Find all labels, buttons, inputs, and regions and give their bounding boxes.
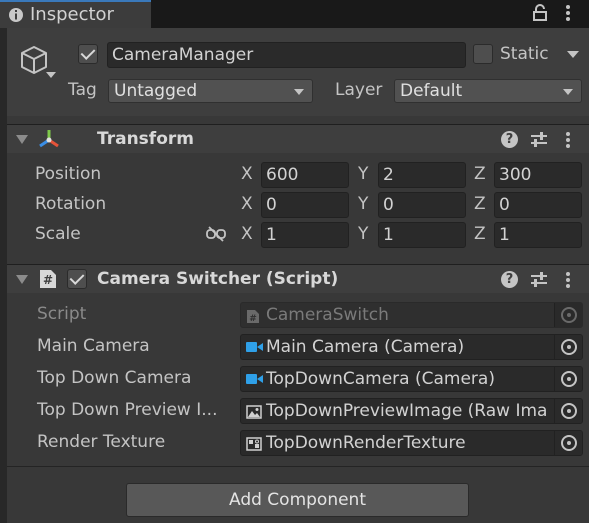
scale-label: Scale — [35, 224, 81, 244]
main-camera-value: Main Camera (Camera) — [266, 337, 465, 357]
active-checkbox[interactable] — [78, 44, 98, 64]
scale-z-field[interactable]: 1 — [494, 222, 582, 248]
more-vertical-icon[interactable] — [565, 270, 571, 290]
script-object-field: # CameraSwitch — [240, 302, 583, 328]
static-dropdown-icon[interactable] — [567, 51, 579, 59]
axis-y-label[interactable]: Y — [358, 224, 368, 244]
raw-image-icon — [246, 405, 262, 419]
more-vertical-icon[interactable] — [565, 130, 571, 150]
camera-switcher-title: Camera Switcher (Script) — [97, 269, 339, 289]
section-divider — [7, 466, 589, 467]
top-down-camera-label: Top Down Camera — [37, 368, 192, 388]
script-hash-icon: # — [246, 309, 260, 324]
axis-x-label[interactable]: X — [241, 164, 253, 184]
layer-value: Default — [400, 81, 463, 101]
lock-icon[interactable] — [532, 4, 548, 22]
chevron-down-icon — [563, 89, 573, 95]
object-name-field[interactable]: CameraManager — [107, 42, 466, 68]
axis-x-label[interactable]: X — [241, 194, 253, 214]
object-picker-icon[interactable] — [554, 399, 582, 423]
rotation-label: Rotation — [35, 194, 107, 214]
tag-label: Tag — [68, 80, 97, 100]
preset-sliders-icon[interactable] — [530, 271, 548, 288]
tab-title: Inspector — [30, 4, 114, 25]
svg-text:#: # — [43, 273, 53, 287]
top-down-preview-value: TopDownPreviewImage (Raw Ima — [266, 401, 548, 421]
icon-dropdown-arrow-icon[interactable] — [46, 72, 56, 79]
scale-x-field[interactable]: 1 — [261, 222, 349, 248]
object-picker-icon[interactable] — [554, 367, 582, 391]
position-y-field[interactable]: 2 — [378, 162, 466, 188]
info-icon — [8, 7, 24, 23]
camera-switcher-foldout-icon[interactable] — [16, 275, 28, 284]
chevron-down-icon — [294, 89, 304, 95]
scale-y-field[interactable]: 1 — [378, 222, 466, 248]
unlinked-chain-icon[interactable] — [206, 226, 226, 242]
transform-gizmo-icon — [37, 128, 61, 150]
rotation-y-field[interactable]: 0 — [378, 192, 466, 218]
rotation-x-field[interactable]: 0 — [261, 192, 349, 218]
object-picker-icon — [554, 303, 582, 327]
transform-foldout-icon[interactable] — [16, 135, 28, 144]
render-texture-field[interactable]: TopDownRenderTexture — [240, 430, 583, 456]
main-camera-field[interactable]: Main Camera (Camera) — [240, 334, 583, 360]
axis-z-label[interactable]: Z — [474, 194, 486, 214]
dock-edge — [0, 28, 7, 523]
more-vertical-icon[interactable] — [565, 3, 571, 23]
rotation-z-field[interactable]: 0 — [494, 192, 582, 218]
component-enabled-checkbox[interactable] — [67, 269, 87, 289]
transform-title: Transform — [97, 129, 194, 149]
top-down-preview-label: Top Down Preview I... — [37, 400, 218, 420]
add-component-button[interactable]: Add Component — [126, 483, 469, 517]
main-camera-label: Main Camera — [37, 336, 150, 356]
tag-value: Untagged — [114, 81, 198, 101]
position-z-field[interactable]: 300 — [494, 162, 582, 188]
top-down-preview-field[interactable]: TopDownPreviewImage (Raw Ima — [240, 398, 583, 424]
render-texture-value: TopDownRenderTexture — [266, 433, 466, 453]
layer-dropdown[interactable]: Default — [394, 79, 582, 103]
help-icon[interactable]: ? — [501, 271, 518, 288]
axis-x-label[interactable]: X — [241, 224, 253, 244]
script-hash-icon: # — [39, 269, 57, 289]
top-down-camera-field[interactable]: TopDownCamera (Camera) — [240, 366, 583, 392]
position-label: Position — [35, 164, 102, 184]
camera-icon — [246, 373, 263, 385]
layer-label: Layer — [335, 80, 383, 100]
svg-text:#: # — [249, 314, 257, 324]
script-field-label: Script — [37, 304, 87, 324]
camera-icon — [246, 341, 263, 353]
axis-y-label[interactable]: Y — [358, 164, 368, 184]
preset-sliders-icon[interactable] — [530, 131, 548, 148]
render-texture-label: Render Texture — [37, 432, 166, 452]
help-icon[interactable]: ? — [501, 131, 518, 148]
axis-z-label[interactable]: Z — [474, 224, 486, 244]
object-picker-icon[interactable] — [554, 335, 582, 359]
position-x-field[interactable]: 600 — [261, 162, 349, 188]
script-object-value: CameraSwitch — [266, 305, 389, 325]
top-down-camera-value: TopDownCamera (Camera) — [266, 369, 495, 389]
axis-z-label[interactable]: Z — [474, 164, 486, 184]
static-label: Static — [500, 44, 549, 64]
object-picker-icon[interactable] — [554, 431, 582, 455]
tag-dropdown[interactable]: Untagged — [108, 79, 313, 103]
axis-y-label[interactable]: Y — [358, 194, 368, 214]
inspector-tab[interactable]: Inspector — [0, 0, 151, 28]
render-texture-icon — [246, 437, 262, 451]
static-checkbox[interactable] — [473, 44, 493, 64]
